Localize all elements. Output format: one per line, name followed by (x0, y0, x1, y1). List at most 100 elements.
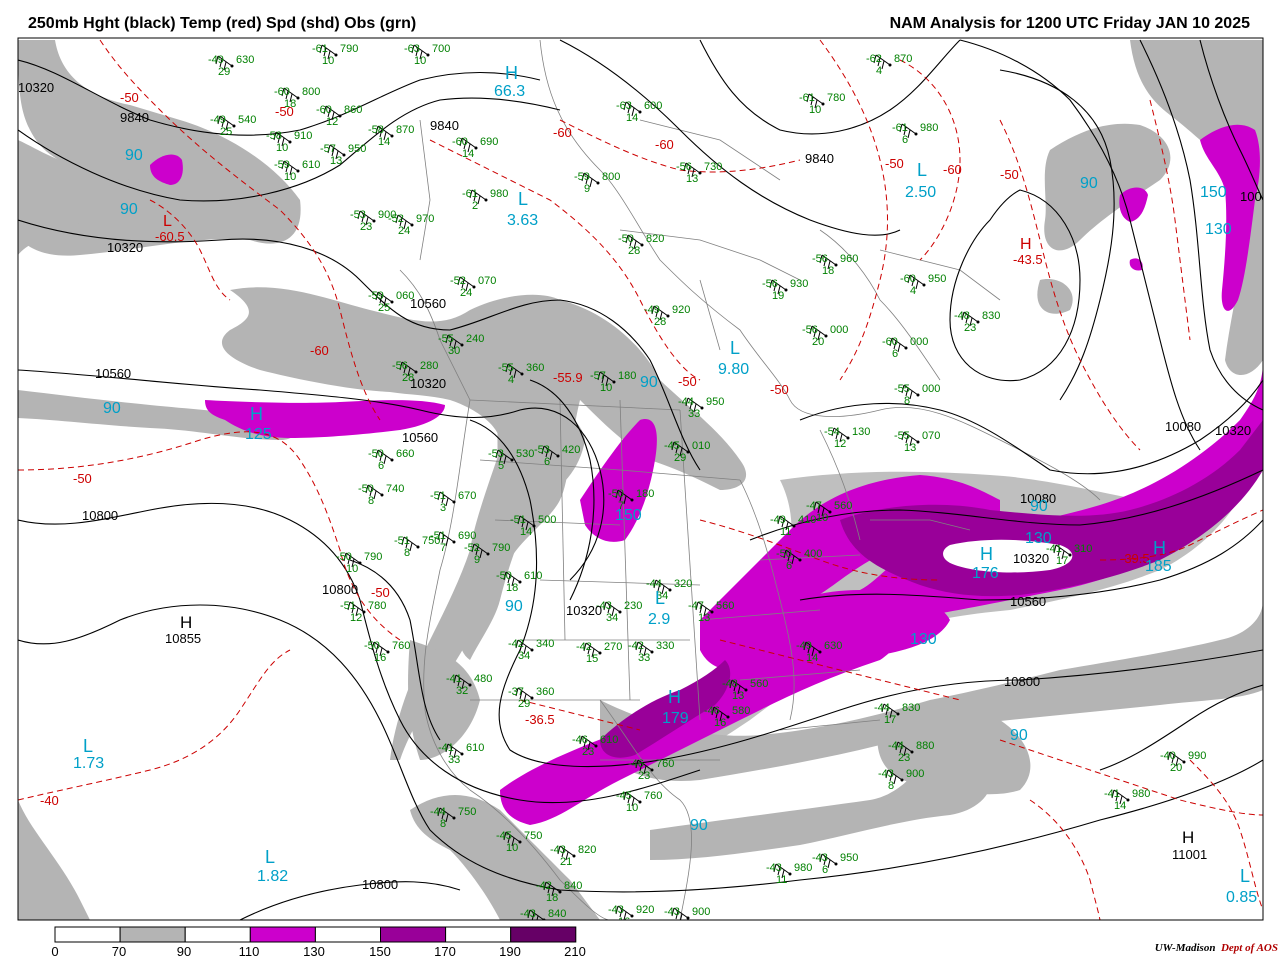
station-dot (710, 610, 714, 614)
obs-height: 910 (294, 130, 312, 142)
obs-dewpoint: 6 (544, 456, 550, 468)
station-dot (698, 171, 702, 175)
obs-height: 900 (692, 906, 710, 918)
observation-station: -49 630 29 (208, 54, 254, 78)
obs-height: 820 (578, 844, 596, 856)
station-dot (638, 110, 642, 114)
obs-dewpoint: 8 (440, 818, 446, 830)
obs-height: 800 (302, 86, 320, 98)
obs-dewpoint: 12 (350, 612, 362, 624)
svg-text:3.63: 3.63 (507, 212, 538, 229)
obs-height: 310 (1074, 543, 1092, 555)
obs-height: 560 (834, 500, 852, 512)
observation-station: -43 980 11 (766, 862, 812, 886)
obs-temperature: -51 (394, 535, 410, 547)
obs-temperature: -52 (464, 542, 480, 554)
obs-height: 580 (732, 705, 750, 717)
svg-text:2.50: 2.50 (905, 184, 936, 201)
obs-dewpoint: 23 (360, 221, 372, 233)
obs-temperature: -47 (806, 500, 822, 512)
obs-dewpoint: 25 (220, 126, 232, 138)
station-dot (792, 524, 796, 528)
obs-height: 690 (458, 530, 476, 542)
station-dot (834, 263, 838, 267)
obs-height: 730 (704, 161, 722, 173)
observation-station: -37 360 29 (508, 686, 554, 710)
station-dot (452, 540, 456, 544)
obs-temperature: -59 (368, 290, 384, 302)
obs-temperature: -60 (316, 104, 332, 116)
obs-dewpoint: 11 (776, 874, 787, 886)
weather-map: -61 79010-63 70010 -62 8704-49 63029-60 80018-… (17, 37, 1264, 943)
obs-height: 950 (840, 852, 858, 864)
center-marker: H (1182, 828, 1194, 847)
observation-station: -60 690 14 (452, 136, 498, 160)
observation-station: -56 960 18 (812, 253, 858, 277)
observation-station: -43 820 21 (550, 844, 596, 868)
obs-temperature: -51 (430, 490, 446, 502)
station-dot (558, 890, 562, 894)
colorbar-swatch (119, 926, 186, 943)
colorbar-swatch (510, 926, 577, 943)
observation-station: -49 920 28 (644, 304, 690, 328)
obs-height: 870 (396, 124, 414, 136)
colorbar-swatch (249, 926, 316, 943)
observation-station: -55 070 13 (894, 430, 940, 454)
obs-dewpoint: 6 (378, 460, 384, 472)
station-dot (824, 334, 828, 338)
obs-height: 740 (386, 483, 404, 495)
observation-station: -45 760 10 (616, 790, 662, 814)
station-dot (904, 346, 908, 350)
station-dot (484, 198, 488, 202)
obs-height: 780 (368, 600, 386, 612)
obs-temperature: -61 (462, 188, 478, 200)
obs-temperature: -53 (488, 448, 504, 460)
svg-text:125: 125 (245, 426, 272, 443)
obs-height: 690 (480, 136, 498, 148)
obs-dewpoint: 18 (546, 892, 558, 904)
station-dot (358, 561, 362, 565)
obs-height: 980 (490, 188, 508, 200)
obs-height: 280 (420, 360, 438, 372)
obs-temperature: -62 (866, 53, 882, 65)
observation-station: -61 790 10 (312, 43, 358, 67)
colorbar-tick: 0 (51, 944, 59, 959)
obs-temperature: -50 (618, 233, 634, 245)
obs-dewpoint: 4 (876, 65, 882, 77)
obs-dewpoint: 5 (498, 460, 504, 472)
station-dot (460, 752, 464, 756)
center-marker: L1.82 (257, 847, 288, 885)
height-label: 10080 (1165, 419, 1201, 434)
height-label: 10560 (402, 430, 438, 445)
station-dot (650, 768, 654, 772)
obs-temperature: -54 (824, 426, 840, 438)
obs-temperature: -43 (550, 844, 566, 856)
obs-height: 610 (600, 734, 618, 746)
svg-text:L: L (265, 847, 275, 867)
station-dot (700, 406, 704, 410)
obs-temperature: -49 (210, 114, 226, 126)
height-label: 10800 (362, 877, 398, 892)
obs-temperature: -57 (590, 370, 606, 382)
svg-text:H: H (180, 613, 192, 632)
station-dot (638, 800, 642, 804)
obs-dewpoint: 4 (910, 285, 916, 297)
obs-dewpoint: 13 (732, 690, 744, 702)
obs-dewpoint: 24 (398, 225, 410, 237)
obs-temperature: -48 (954, 310, 970, 322)
obs-temperature: -43 (608, 904, 624, 916)
obs-height: 920 (672, 304, 690, 316)
observation-station: -63 600 14 (616, 100, 662, 124)
obs-dewpoint: 33 (638, 652, 650, 664)
colorbar-swatch (54, 926, 121, 943)
observation-station: -50 660 6 (368, 448, 414, 472)
obs-temperature: -61 (312, 43, 328, 55)
obs-height: 610 (466, 742, 484, 754)
obs-dewpoint: 10 (600, 382, 612, 394)
obs-height: 760 (392, 640, 410, 652)
height-label: 10320 (107, 240, 143, 255)
obs-temperature: -60 (900, 273, 916, 285)
obs-dewpoint: 18 (506, 582, 518, 594)
obs-dewpoint: 10 (346, 563, 358, 575)
speed-label: 90 (1080, 175, 1098, 192)
